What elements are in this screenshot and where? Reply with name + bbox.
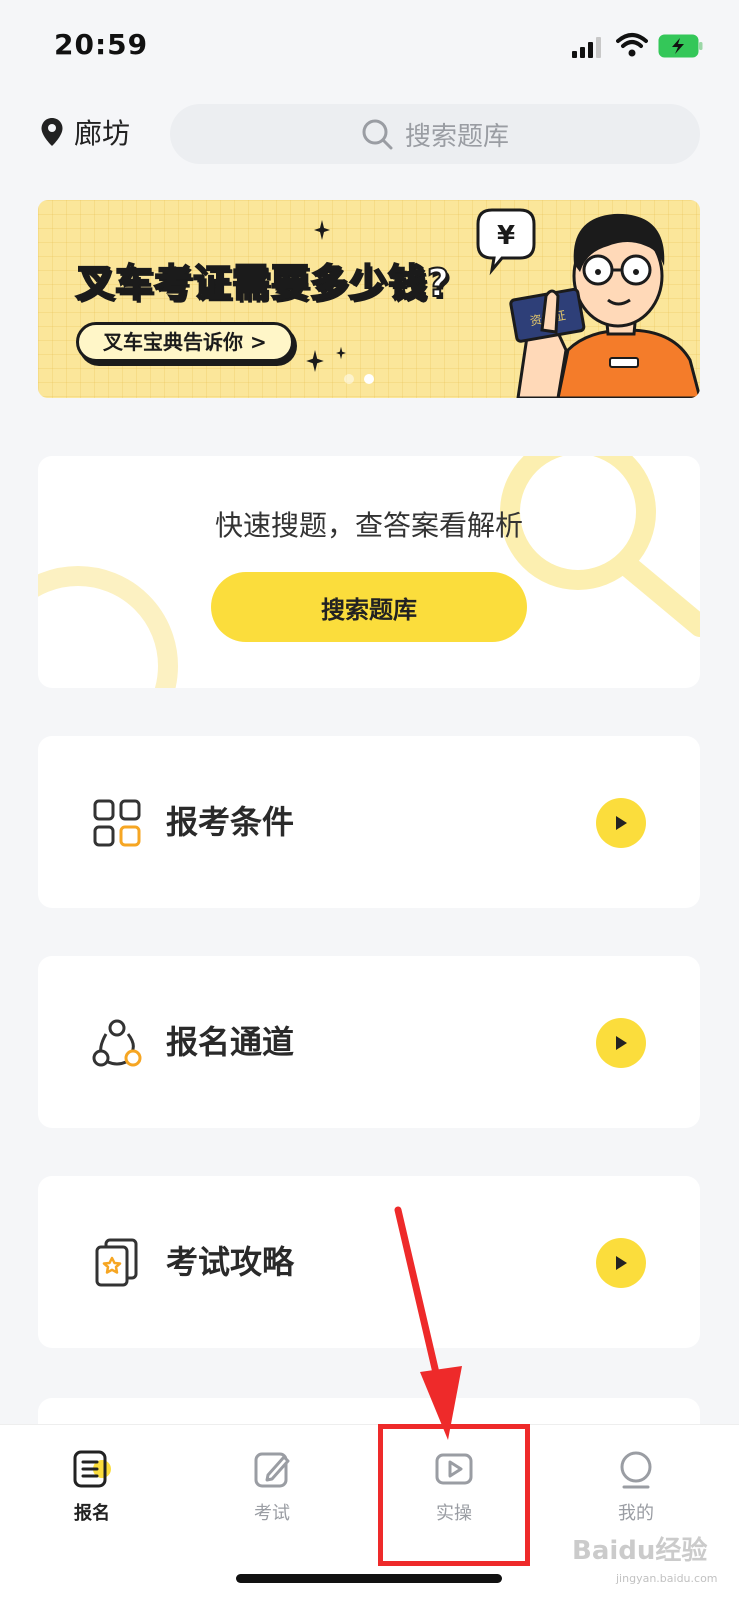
play-arrow-icon[interactable] bbox=[596, 1018, 646, 1068]
tab-label: 报名 bbox=[74, 1503, 110, 1524]
play-arrow-icon[interactable] bbox=[596, 1238, 646, 1288]
menu-item-label: 考试攻略 bbox=[166, 1243, 295, 1281]
status-time: 20:59 bbox=[54, 28, 149, 61]
sparkle-icon bbox=[314, 220, 330, 240]
menu-item-exam-guide[interactable]: 考试攻略 bbox=[38, 1176, 700, 1348]
menu-item-label: 报名通道 bbox=[166, 1023, 295, 1061]
search-icon bbox=[362, 119, 393, 150]
tab-label: 考试 bbox=[254, 1503, 290, 1524]
cards-star-icon bbox=[95, 1238, 138, 1287]
network-nodes-icon bbox=[92, 1019, 142, 1067]
sparkle-icon bbox=[336, 346, 346, 360]
location-label: 廊坊 bbox=[74, 117, 131, 150]
banner-headline: 叉车考证需要多少钱? bbox=[75, 260, 451, 306]
search-placeholder: 搜索题库 bbox=[404, 121, 509, 152]
yen-bubble-icon: ¥ bbox=[476, 208, 536, 276]
tab-exam[interactable]: 考试 bbox=[212, 1439, 332, 1539]
battery-charging-icon bbox=[658, 34, 703, 58]
play-arrow-icon[interactable] bbox=[596, 798, 646, 848]
pagination-dot-active bbox=[364, 374, 374, 384]
tab-profile[interactable]: 我的 bbox=[576, 1439, 696, 1539]
annotation-highlight-box bbox=[378, 1424, 530, 1566]
sparkle-icon bbox=[306, 350, 324, 372]
search-bar[interactable]: 搜索题库 bbox=[170, 104, 700, 164]
watermark-url: jingyan.baidu.com bbox=[616, 1572, 718, 1585]
tab-register[interactable]: 报名 bbox=[32, 1439, 152, 1539]
home-indicator[interactable] bbox=[236, 1574, 502, 1583]
grid-apps-icon bbox=[93, 799, 141, 847]
quick-search-title: 快速搜题，查答案看解析 bbox=[214, 509, 523, 542]
tab-label: 我的 bbox=[618, 1503, 654, 1524]
wifi-icon bbox=[616, 33, 648, 57]
menu-item-label: 报考条件 bbox=[166, 803, 295, 841]
pagination-dot bbox=[344, 374, 354, 384]
promo-banner[interactable]: 叉车考证需要多少钱? 叉车宝典告诉你 > ¥ ? bbox=[38, 200, 700, 398]
header: 廊坊 搜索题库 bbox=[0, 100, 739, 166]
menu-item-requirements[interactable]: 报考条件 bbox=[38, 736, 700, 908]
register-list-icon bbox=[73, 1450, 111, 1488]
menu-item-registration[interactable]: 报名通道 bbox=[38, 956, 700, 1128]
location-selector[interactable]: 廊坊 bbox=[40, 112, 130, 152]
status-bar: 20:59 bbox=[0, 0, 739, 90]
banner-pagination bbox=[344, 374, 374, 384]
profile-icon bbox=[620, 1451, 652, 1489]
location-pin-icon bbox=[41, 118, 63, 146]
signal-icon bbox=[572, 37, 601, 58]
yen-bubble-text: ¥ bbox=[497, 221, 515, 251]
character-illustration: ¥ ? 资格证 bbox=[476, 208, 700, 398]
banner-cta[interactable]: 叉车宝典告诉你 > bbox=[76, 322, 294, 362]
quick-search-card: 快速搜题，查答案看解析 搜索题库 bbox=[38, 456, 700, 688]
pencil-note-icon bbox=[254, 1452, 290, 1488]
search-question-bank-button[interactable]: 搜索题库 bbox=[211, 572, 527, 642]
watermark: Baidu经验 bbox=[572, 1536, 708, 1566]
